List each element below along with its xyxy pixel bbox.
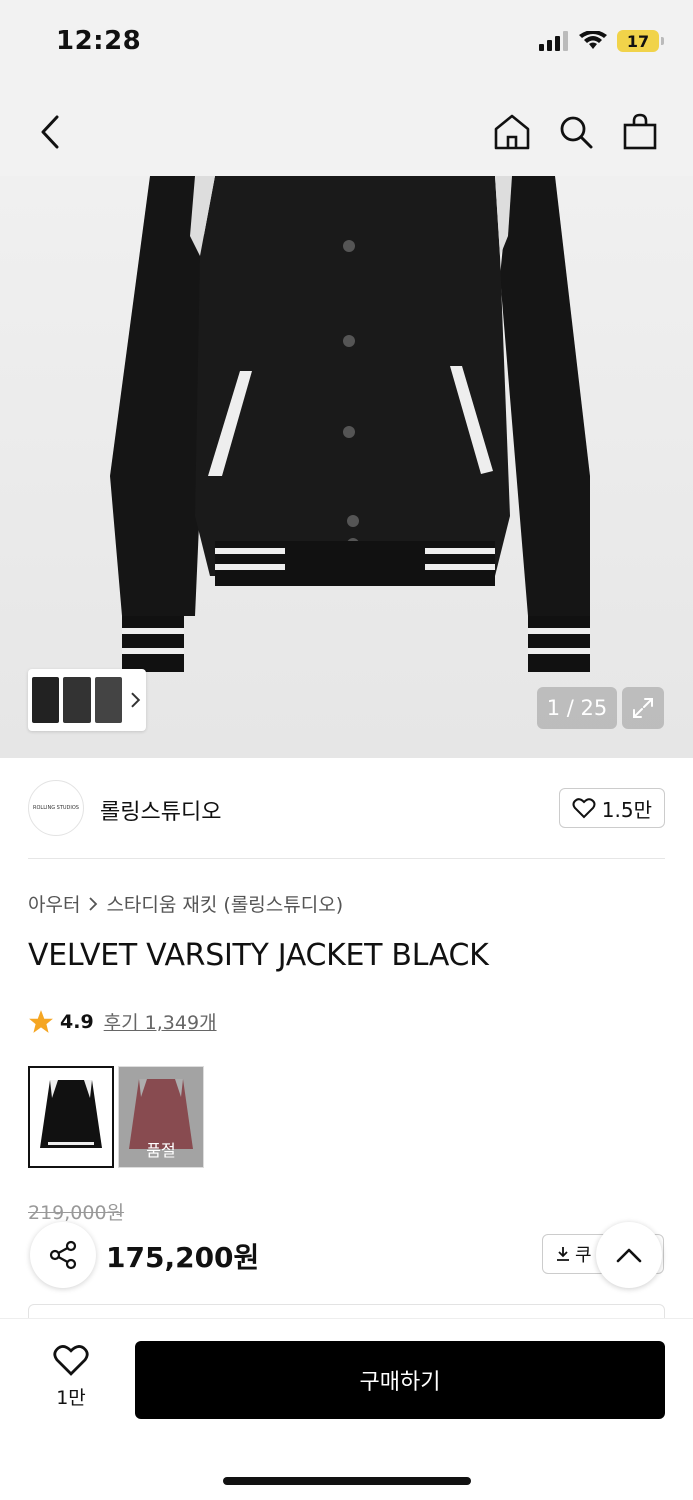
chevron-right-icon <box>131 692 141 708</box>
wishlist-count: 1만 <box>56 1387 86 1409</box>
scroll-top-button[interactable] <box>596 1222 662 1288</box>
signal-icon <box>539 31 568 51</box>
swatch-red[interactable]: 품절 <box>118 1066 204 1168</box>
download-icon <box>557 1247 569 1261</box>
status-time: 12:28 <box>56 26 142 56</box>
brand-name[interactable]: 롤링스튜디오 <box>100 794 221 826</box>
cart-button[interactable] <box>616 108 664 156</box>
swatch-black[interactable] <box>28 1066 114 1168</box>
chevron-up-icon <box>616 1248 642 1263</box>
thumbnail-image[interactable] <box>94 677 123 723</box>
home-icon <box>494 114 530 150</box>
bag-icon <box>623 113 657 150</box>
product-image-jacket <box>110 176 590 672</box>
share-button[interactable] <box>30 1222 96 1288</box>
heart-icon <box>572 798 596 819</box>
thumbnail-image[interactable] <box>63 677 91 723</box>
expand-icon <box>633 698 653 718</box>
search-button[interactable] <box>552 108 600 156</box>
rating-score: 4.9 <box>60 1010 94 1033</box>
sale-price: 175,200원 <box>106 1241 260 1274</box>
coupon-label: 쿠 <box>575 1245 592 1266</box>
status-icons: 17 <box>539 30 664 52</box>
chevron-right-icon <box>89 896 98 911</box>
back-icon <box>41 115 59 149</box>
home-button[interactable] <box>488 108 536 156</box>
search-icon <box>560 116 593 149</box>
buy-button[interactable]: 구매하기 <box>135 1341 665 1419</box>
bottom-action-bar: 1만 구매하기 <box>0 1318 693 1500</box>
color-swatches: 품절 <box>28 1066 204 1168</box>
nav-bar <box>0 88 693 176</box>
home-indicator <box>223 1477 471 1485</box>
expand-button[interactable] <box>622 687 664 729</box>
battery-indicator: 17 <box>617 30 664 52</box>
brand-like-count: 1.5만 <box>601 797 652 822</box>
product-gallery[interactable]: 1 / 25 <box>0 176 693 758</box>
image-counter: 1 / 25 <box>537 687 617 729</box>
heart-icon <box>53 1345 89 1376</box>
brand-row[interactable]: ROLLING STUDIOS 롤링스튜디오 1.5만 <box>28 780 665 838</box>
breadcrumb: 아우터 스타디움 재킷 (롤링스튜디오) <box>28 890 343 917</box>
status-bar: 12:28 17 <box>0 0 693 88</box>
brand-like-button[interactable]: 1.5만 <box>558 788 665 828</box>
divider <box>28 858 665 859</box>
thumbnail-image[interactable] <box>32 677 60 723</box>
rating[interactable]: 4.9 후기 1,349개 <box>28 1008 217 1035</box>
back-button[interactable] <box>26 108 74 156</box>
product-title: VELVET VARSITY JACKET BLACK <box>28 938 489 973</box>
original-price: 219,000원 <box>28 1202 125 1224</box>
breadcrumb-item[interactable]: 스타디움 재킷 (롤링스튜디오) <box>106 890 343 917</box>
review-count-link[interactable]: 후기 1,349개 <box>104 1008 217 1035</box>
wifi-icon <box>579 31 607 49</box>
swatch-image <box>30 1068 112 1166</box>
brand-logo[interactable]: ROLLING STUDIOS <box>28 780 84 836</box>
sold-out-label: 품절 <box>119 1067 203 1167</box>
wishlist-button[interactable]: 1만 <box>36 1343 106 1410</box>
breadcrumb-item[interactable]: 아우터 <box>28 890 80 917</box>
thumbnail-strip[interactable] <box>28 669 146 731</box>
share-icon <box>49 1240 77 1270</box>
star-icon <box>29 1009 53 1033</box>
